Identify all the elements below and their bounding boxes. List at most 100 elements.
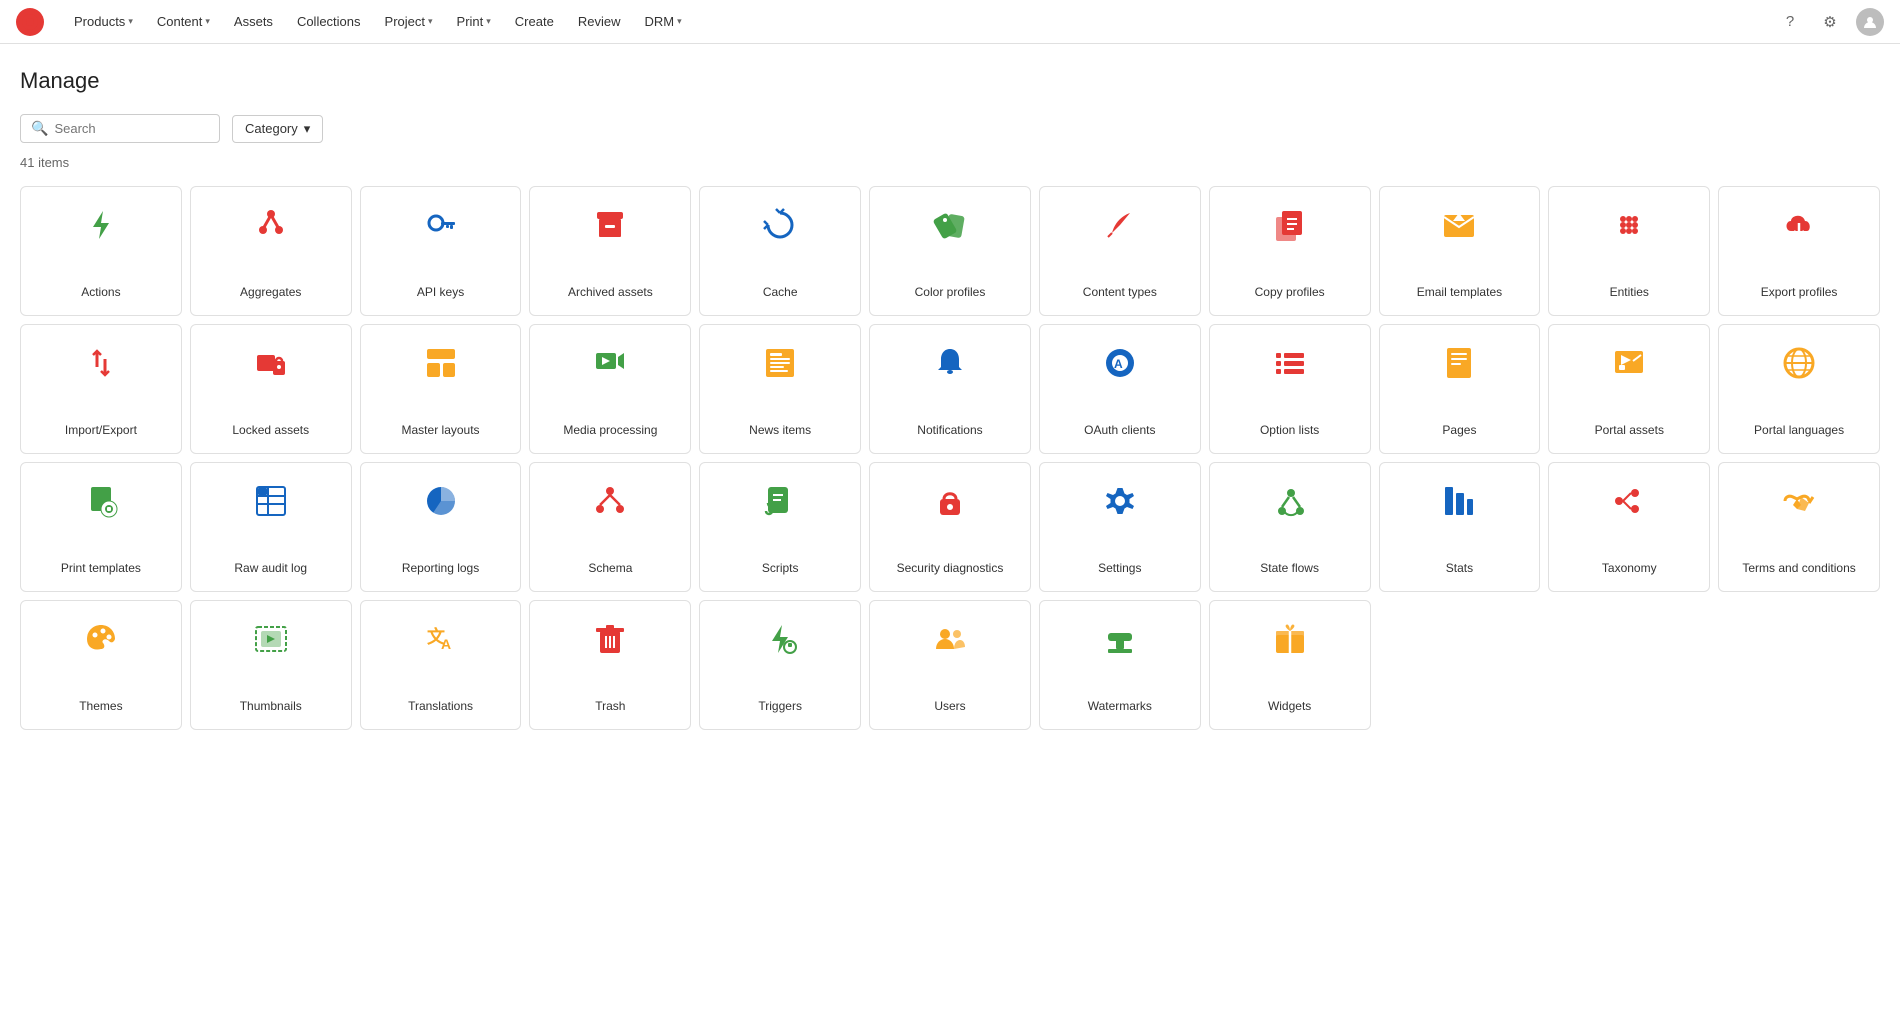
grid-card-thumbnails[interactable]: Thumbnails bbox=[190, 600, 352, 730]
grid-card-settings[interactable]: Settings bbox=[1039, 462, 1201, 592]
grid-card-master-layouts[interactable]: Master layouts bbox=[360, 324, 522, 454]
card-label: Triggers bbox=[758, 699, 802, 715]
card-label: Pages bbox=[1442, 423, 1476, 439]
category-dropdown[interactable]: Category ▾ bbox=[232, 115, 323, 143]
grid-card-schema[interactable]: Schema bbox=[529, 462, 691, 592]
grid-card-archived-assets[interactable]: Archived assets bbox=[529, 186, 691, 316]
grid-card-copy-profiles[interactable]: Copy profiles bbox=[1209, 186, 1371, 316]
grid-card-print-templates[interactable]: Print templates bbox=[20, 462, 182, 592]
chevron-down-icon: ▾ bbox=[205, 16, 210, 27]
grid-card-actions[interactable]: Actions bbox=[20, 186, 182, 316]
settings-button[interactable]: ⚙ bbox=[1816, 8, 1844, 36]
card-label: Widgets bbox=[1268, 699, 1311, 715]
grid-card-content-types[interactable]: Content types bbox=[1039, 186, 1201, 316]
card-label: Security diagnostics bbox=[897, 561, 1004, 577]
nav-products[interactable]: Products ▾ bbox=[64, 8, 143, 35]
nav-project[interactable]: Project ▾ bbox=[375, 8, 443, 35]
nav-assets[interactable]: Assets bbox=[224, 8, 283, 35]
grid-card-locked-assets[interactable]: Locked assets bbox=[190, 324, 352, 454]
grid-card-security-diagnostics[interactable]: Security diagnostics bbox=[869, 462, 1031, 592]
card-label: Scripts bbox=[762, 561, 799, 577]
card-label: Aggregates bbox=[240, 285, 301, 301]
card-label: Reporting logs bbox=[402, 561, 479, 577]
grid-card-users[interactable]: Users bbox=[869, 600, 1031, 730]
bell-icon bbox=[932, 345, 968, 381]
card-label: Master layouts bbox=[402, 423, 480, 439]
grid-card-color-profiles[interactable]: Color profiles bbox=[869, 186, 1031, 316]
grid-card-cache[interactable]: Cache bbox=[699, 186, 861, 316]
manage-grid: Actions Aggregates API keys Archived ass… bbox=[20, 186, 1880, 730]
cloud-download-icon bbox=[1781, 207, 1817, 243]
grid-card-taxonomy[interactable]: Taxonomy bbox=[1548, 462, 1710, 592]
grid-card-export-profiles[interactable]: Export profiles bbox=[1718, 186, 1880, 316]
user-avatar[interactable] bbox=[1856, 8, 1884, 36]
thumbnail-icon bbox=[253, 621, 289, 657]
chevron-down-icon: ▾ bbox=[304, 121, 311, 137]
grid-card-notifications[interactable]: Notifications bbox=[869, 324, 1031, 454]
grid-card-entities[interactable]: Entities bbox=[1548, 186, 1710, 316]
card-label: Media processing bbox=[563, 423, 657, 439]
card-label: API keys bbox=[417, 285, 464, 301]
card-label: Raw audit log bbox=[234, 561, 307, 577]
help-button[interactable]: ? bbox=[1776, 8, 1804, 36]
card-label: Export profiles bbox=[1761, 285, 1838, 301]
card-label: Terms and conditions bbox=[1742, 561, 1855, 577]
search-box[interactable]: 🔍 bbox=[20, 114, 220, 143]
grid-card-aggregates[interactable]: Aggregates bbox=[190, 186, 352, 316]
grid-card-widgets[interactable]: Widgets bbox=[1209, 600, 1371, 730]
grid-card-pages[interactable]: Pages bbox=[1379, 324, 1541, 454]
grid-card-oauth-clients[interactable]: A OAuth clients bbox=[1039, 324, 1201, 454]
grid-card-news-items[interactable]: News items bbox=[699, 324, 861, 454]
grid-card-api-keys[interactable]: API keys bbox=[360, 186, 522, 316]
nav-drm[interactable]: DRM ▾ bbox=[634, 8, 691, 35]
card-label: Locked assets bbox=[232, 423, 309, 439]
grid-card-scripts[interactable]: Scripts bbox=[699, 462, 861, 592]
handshake-icon bbox=[1781, 483, 1817, 519]
grid-card-stats[interactable]: Stats bbox=[1379, 462, 1541, 592]
grid-card-option-lists[interactable]: Option lists bbox=[1209, 324, 1371, 454]
grid-card-portal-assets[interactable]: Portal assets bbox=[1548, 324, 1710, 454]
nav-print[interactable]: Print ▾ bbox=[447, 8, 501, 35]
import-export-icon bbox=[83, 345, 119, 381]
grid-card-terms-and-conditions[interactable]: Terms and conditions bbox=[1718, 462, 1880, 592]
trigger-icon bbox=[762, 621, 798, 657]
grid-card-raw-audit-log[interactable]: Raw audit log bbox=[190, 462, 352, 592]
grid-card-portal-languages[interactable]: Portal languages bbox=[1718, 324, 1880, 454]
cache-icon bbox=[762, 207, 798, 243]
svg-text:A: A bbox=[441, 636, 451, 652]
nav-review[interactable]: Review bbox=[568, 8, 631, 35]
card-label: Option lists bbox=[1260, 423, 1319, 439]
toolbar: 🔍 Category ▾ bbox=[20, 114, 1880, 143]
palette-icon bbox=[83, 621, 119, 657]
portal-assets-icon bbox=[1611, 345, 1647, 381]
nav-create[interactable]: Create bbox=[505, 8, 564, 35]
grid-card-email-templates[interactable]: Email templates bbox=[1379, 186, 1541, 316]
tag-icon bbox=[932, 207, 968, 243]
card-label: Stats bbox=[1446, 561, 1473, 577]
oauth-icon: A bbox=[1102, 345, 1138, 381]
page-content: Manage 🔍 Category ▾ 41 items Actions Agg… bbox=[0, 44, 1900, 754]
search-input[interactable] bbox=[54, 121, 209, 136]
state-icon bbox=[1272, 483, 1308, 519]
grid-card-reporting-logs[interactable]: Reporting logs bbox=[360, 462, 522, 592]
grid-card-themes[interactable]: Themes bbox=[20, 600, 182, 730]
nav-collections[interactable]: Collections bbox=[287, 8, 371, 35]
navbar-actions: ? ⚙ bbox=[1776, 8, 1884, 36]
grid-card-state-flows[interactable]: State flows bbox=[1209, 462, 1371, 592]
card-label: Translations bbox=[408, 699, 473, 715]
nav-content[interactable]: Content ▾ bbox=[147, 8, 220, 35]
grid-card-watermarks[interactable]: Watermarks bbox=[1039, 600, 1201, 730]
grid-card-media-processing[interactable]: Media processing bbox=[529, 324, 691, 454]
key-icon bbox=[423, 207, 459, 243]
archive-icon bbox=[592, 207, 628, 243]
grid-card-import-export[interactable]: Import/Export bbox=[20, 324, 182, 454]
feather-icon bbox=[1102, 207, 1138, 243]
grid-card-trash[interactable]: Trash bbox=[529, 600, 691, 730]
chevron-down-icon: ▾ bbox=[128, 16, 133, 27]
grid-card-translations[interactable]: 文 A Translations bbox=[360, 600, 522, 730]
logo[interactable] bbox=[16, 8, 44, 36]
grid-card-triggers[interactable]: Triggers bbox=[699, 600, 861, 730]
script-icon bbox=[762, 483, 798, 519]
schema-icon bbox=[592, 483, 628, 519]
card-label: Email templates bbox=[1417, 285, 1502, 301]
